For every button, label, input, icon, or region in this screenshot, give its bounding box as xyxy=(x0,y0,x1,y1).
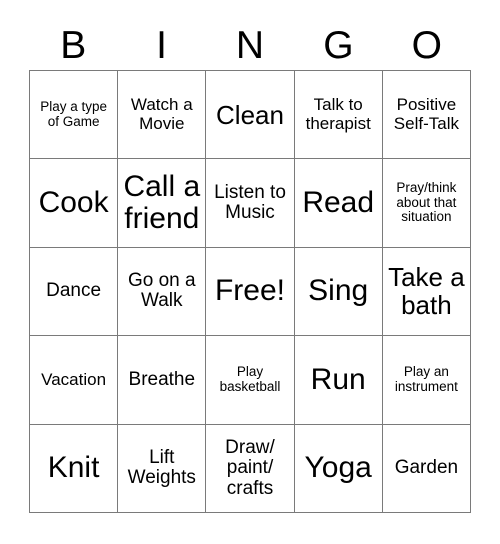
bingo-cell[interactable]: Breathe xyxy=(118,336,207,425)
bingo-cell[interactable]: Lift Weights xyxy=(118,424,207,513)
bingo-cell-label: Positive Self-Talk xyxy=(393,95,459,133)
bingo-cell[interactable]: Call a friend xyxy=(118,159,207,248)
bingo-cell[interactable]: Knit xyxy=(30,424,119,513)
bingo-cell-label: Breathe xyxy=(128,368,196,390)
bingo-cell[interactable]: Garden xyxy=(382,424,471,513)
bingo-cell-label: Go on a Walk xyxy=(127,269,196,312)
bingo-cell-label: Play an instrument xyxy=(394,364,458,394)
bingo-cell[interactable]: Go on a Walk xyxy=(118,247,207,337)
bingo-cell-label: Lift Weights xyxy=(127,446,196,489)
bingo-cell-label: Talk to therapist xyxy=(305,95,371,133)
bingo-header-letter-g: G xyxy=(323,23,354,67)
bingo-cell[interactable]: Talk to therapist xyxy=(294,71,383,160)
bingo-cell-label: Knit xyxy=(47,451,100,485)
bingo-cell-label: Play basketball xyxy=(219,364,281,394)
bingo-cell-label: Cook xyxy=(38,185,109,219)
bingo-cell[interactable]: Play an instrument xyxy=(382,336,471,425)
bingo-cell-label: Take a bath xyxy=(388,262,465,321)
bingo-header-letter-o: O xyxy=(411,23,442,67)
bingo-cell-free[interactable]: Free! xyxy=(206,247,295,337)
bingo-cell-label: Watch a Movie xyxy=(130,95,193,133)
bingo-cell[interactable]: Watch a Movie xyxy=(118,71,207,160)
bingo-cell[interactable]: Positive Self-Talk xyxy=(382,71,471,160)
bingo-grid: Play a type of Game Watch a Movie Clean … xyxy=(29,70,471,513)
bingo-cell-label: Vacation xyxy=(41,369,107,389)
bingo-cell-label: Play a type of Game xyxy=(40,99,107,129)
bingo-cell[interactable]: Run xyxy=(294,336,383,425)
bingo-cell-label: Yoga xyxy=(304,451,372,485)
bingo-cell[interactable]: Play basketball xyxy=(206,336,295,425)
bingo-cell[interactable]: Yoga xyxy=(294,424,383,513)
bingo-cell[interactable]: Read xyxy=(294,159,383,248)
bingo-cell-label: Read xyxy=(302,185,375,219)
bingo-header-row: B I N G O xyxy=(29,20,471,70)
bingo-cell-label: Free! xyxy=(214,274,285,308)
bingo-cell[interactable]: Take a bath xyxy=(382,247,471,337)
bingo-header-letter-b: B xyxy=(60,23,87,67)
bingo-cell-label: Clean xyxy=(216,99,284,130)
bingo-header-letter-i: I xyxy=(156,23,168,67)
bingo-cell-label: Dance xyxy=(46,280,102,302)
bingo-cell-label: Draw/ paint/ crafts xyxy=(225,436,275,499)
bingo-cell-label: Sing xyxy=(308,274,369,308)
bingo-cell[interactable]: Draw/ paint/ crafts xyxy=(206,424,295,513)
bingo-cell[interactable]: Listen to Music xyxy=(206,159,295,248)
bingo-cell[interactable]: Sing xyxy=(294,247,383,337)
bingo-card: B I N G O Play a type of Game Watch a Mo… xyxy=(0,0,500,544)
bingo-cell[interactable]: Pray/think about that situation xyxy=(382,159,471,248)
bingo-cell[interactable]: Play a type of Game xyxy=(30,71,119,160)
bingo-cell-label: Call a friend xyxy=(123,169,201,236)
bingo-cell[interactable]: Clean xyxy=(206,71,295,160)
bingo-cell-label: Listen to Music xyxy=(214,181,286,224)
bingo-cell-label: Run xyxy=(310,362,366,396)
bingo-cell-label: Garden xyxy=(394,457,459,479)
bingo-cell[interactable]: Cook xyxy=(30,159,119,248)
bingo-header-letter-n: N xyxy=(235,23,265,67)
bingo-cell[interactable]: Vacation xyxy=(30,336,119,425)
bingo-cell-label: Pray/think about that situation xyxy=(396,180,457,225)
bingo-cell[interactable]: Dance xyxy=(30,247,119,337)
